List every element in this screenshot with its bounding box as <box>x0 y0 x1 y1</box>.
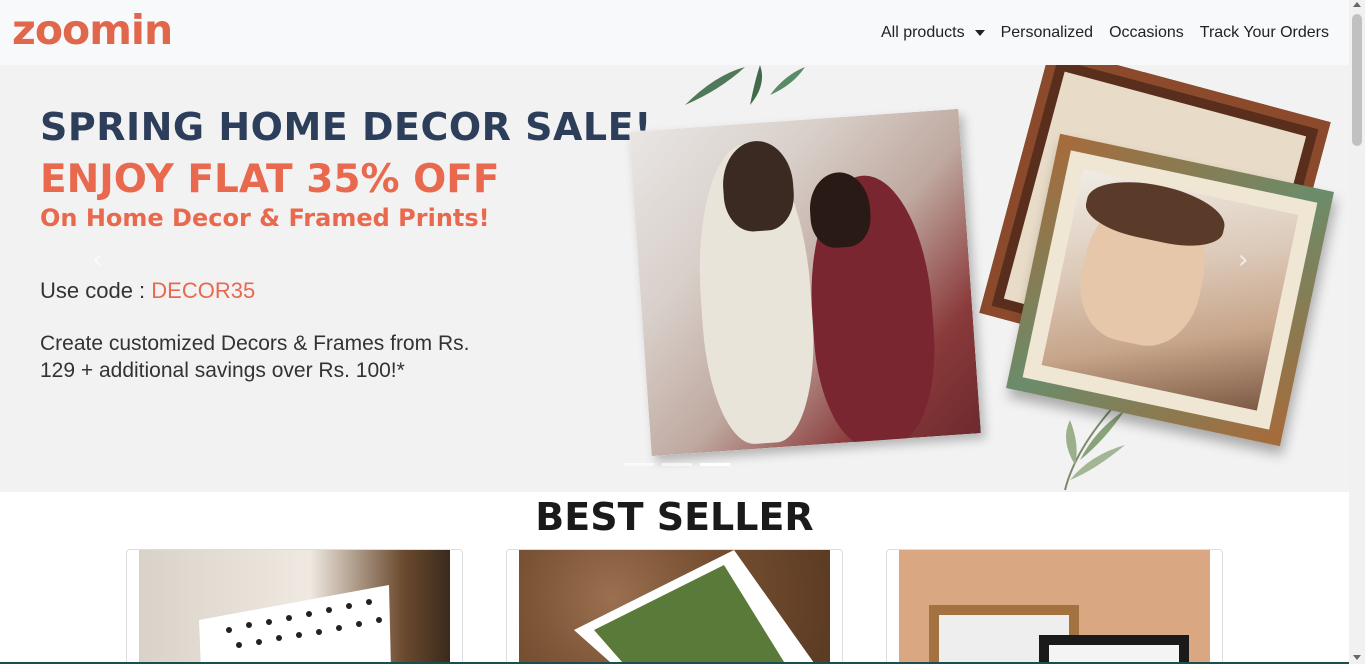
nav-personalized[interactable]: Personalized <box>1001 24 1094 42</box>
chevron-down-icon <box>974 29 985 36</box>
leaf-decoration-icon <box>1064 404 1125 491</box>
carousel-next-icon[interactable]: › <box>1238 245 1258 275</box>
hero-description: Create customized Decors & Frames from R… <box>40 332 470 382</box>
carousel-indicators <box>624 463 730 466</box>
photo-book-icon <box>199 585 391 664</box>
polaroid-prints-image <box>519 550 830 664</box>
polaroid-icon <box>574 550 815 664</box>
navbar: zoomin All products Personalized Occasio… <box>0 0 1349 65</box>
page-scrollbar[interactable] <box>1349 0 1365 664</box>
hero-carousel[interactable]: SPRING HOME DECOR SALE! ENJOY FLAT 35% O… <box>0 65 1349 492</box>
leaf-decoration-icon <box>685 65 805 105</box>
hero-headline: SPRING HOME DECOR SALE! <box>40 105 652 149</box>
product-card[interactable] <box>126 549 463 664</box>
carousel-indicator[interactable] <box>624 463 654 466</box>
carousel-prev-icon[interactable]: ‹ <box>92 245 112 275</box>
product-card[interactable] <box>886 549 1223 664</box>
hero-offer-sub: On Home Decor & Framed Prints! <box>40 204 490 232</box>
couple-photo-image <box>629 108 981 457</box>
nav-occasions[interactable]: Occasions <box>1109 24 1184 42</box>
product-card[interactable] <box>506 549 843 664</box>
best-seller-title: BEST SELLER <box>535 495 814 539</box>
hero-offer: ENJOY FLAT 35% OFF <box>40 157 500 202</box>
nav-all-products-label: All products <box>880 23 965 41</box>
framed-prints-image <box>899 550 1210 664</box>
photo-book-image <box>139 550 450 664</box>
scroll-thumb[interactable] <box>1352 14 1362 146</box>
hero-text: SPRING HOME DECOR SALE! ENJOY FLAT 35% O… <box>40 105 652 384</box>
nav-links: All products Personalized Occasions Trac… <box>881 24 1329 42</box>
logo[interactable]: zoomin <box>12 10 173 51</box>
scroll-up-icon[interactable] <box>1353 2 1361 7</box>
frames-icon <box>929 605 1189 664</box>
nav-all-products[interactable]: All products <box>881 24 985 42</box>
carousel-indicator[interactable] <box>662 463 692 466</box>
carousel-indicator-active[interactable] <box>700 463 730 466</box>
nav-track-orders[interactable]: Track Your Orders <box>1200 24 1329 42</box>
scroll-down-icon[interactable] <box>1353 655 1361 660</box>
best-seller-cards <box>126 549 1223 664</box>
promo-code-prefix: Use code : <box>40 278 152 303</box>
promo-code: DECOR35 <box>151 278 256 303</box>
promo-code-line: Use code : DECOR35 <box>40 278 652 304</box>
